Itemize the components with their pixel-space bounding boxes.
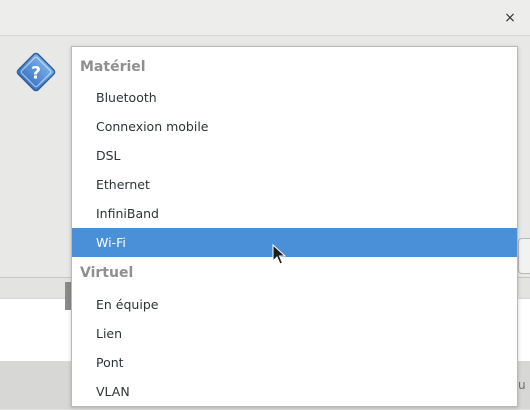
menu-item-connexion-mobile[interactable]: Connexion mobile: [72, 112, 517, 141]
question-icon: ?: [16, 52, 56, 92]
title-bar: ×: [0, 0, 530, 36]
background-label: u: [518, 378, 526, 392]
section-header-virtuel: Virtuel: [80, 265, 134, 281]
menu-item-vlan[interactable]: VLAN: [72, 377, 517, 406]
section-header-materiel: Matériel: [80, 59, 146, 75]
menu-item-lien[interactable]: Lien: [72, 319, 517, 348]
menu-item-pont[interactable]: Pont: [72, 348, 517, 377]
menu-item-bluetooth[interactable]: Bluetooth: [72, 83, 517, 112]
menu-item-en-equipe[interactable]: En équipe: [72, 290, 517, 319]
svg-text:?: ?: [31, 64, 41, 84]
close-icon: ×: [504, 10, 516, 26]
connection-type-combo[interactable]: [518, 238, 530, 274]
close-button[interactable]: ×: [500, 8, 520, 28]
menu-item-wifi[interactable]: Wi-Fi: [72, 228, 517, 257]
menu-item-infiniband[interactable]: InfiniBand: [72, 199, 517, 228]
menu-item-ethernet[interactable]: Ethernet: [72, 170, 517, 199]
mouse-pointer-icon: [272, 244, 286, 265]
connection-type-dropdown: Matériel Bluetooth Connexion mobile DSL …: [71, 46, 518, 407]
menu-item-dsl[interactable]: DSL: [72, 141, 517, 170]
